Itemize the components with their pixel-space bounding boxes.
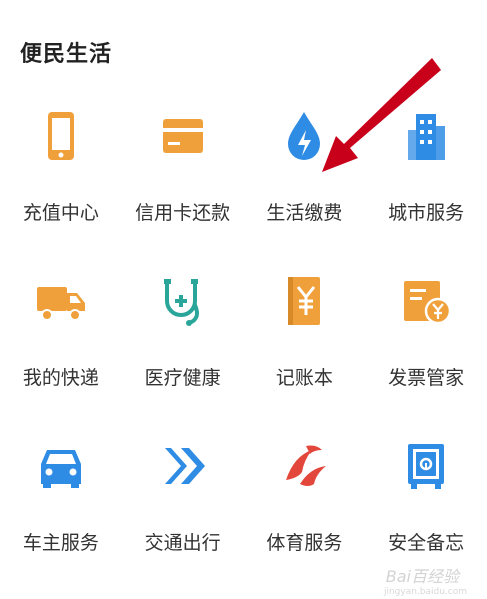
service-item-invoice[interactable]: 发票管家 (365, 265, 487, 430)
service-item-car-owner[interactable]: 车主服务 (0, 430, 122, 595)
watermark-url: jingyan.baidu.com (383, 587, 467, 597)
service-item-express-delivery[interactable]: 我的快递 (0, 265, 122, 430)
service-label: 生活缴费 (266, 202, 343, 224)
service-item-sports[interactable]: 体育服务 (244, 430, 366, 595)
service-label: 车主服务 (22, 532, 99, 554)
transport-chevrons-icon (155, 438, 211, 494)
ledger-book-yuan-icon (276, 273, 332, 329)
service-item-transport[interactable]: 交通出行 (122, 430, 244, 595)
safe-box-icon (398, 438, 454, 494)
service-label: 记账本 (275, 367, 333, 389)
service-label: 我的快递 (22, 367, 99, 389)
service-item-credit-card[interactable]: 信用卡还款 (122, 100, 244, 265)
credit-card-icon (155, 108, 211, 164)
service-label: 交通出行 (144, 532, 221, 554)
service-item-medical[interactable]: 医疗健康 (122, 265, 244, 430)
sports-emblem-icon (276, 438, 332, 494)
service-label: 信用卡还款 (135, 202, 231, 224)
phone-icon (33, 108, 89, 164)
service-item-ledger[interactable]: 记账本 (244, 265, 366, 430)
service-grid: 充值中心 信用卡还款 生活缴费 城市服务 我的快递 医疗健康 记账本 发票管家 … (0, 100, 487, 595)
service-label: 安全备忘 (388, 532, 465, 554)
utility-drop-bolt-icon (276, 108, 332, 164)
service-label: 城市服务 (388, 202, 465, 224)
city-building-icon (398, 108, 454, 164)
section-title: 便民生活 (20, 42, 113, 67)
page: 便民生活 充值中心 信用卡还款 生活缴费 城市服务 我的快递 医疗健康 记账本 … (0, 0, 487, 599)
service-label: 充值中心 (22, 202, 99, 224)
service-label: 发票管家 (388, 367, 465, 389)
car-icon (33, 438, 89, 494)
service-item-utility-payment[interactable]: 生活缴费 (244, 100, 366, 265)
service-label: 医疗健康 (144, 367, 221, 389)
service-item-recharge[interactable]: 充值中心 (0, 100, 122, 265)
watermark-logo: Bai百经验 (385, 567, 459, 586)
delivery-truck-icon (33, 273, 89, 329)
service-label: 体育服务 (266, 532, 343, 554)
medical-stethoscope-icon (155, 273, 211, 329)
service-item-city-service[interactable]: 城市服务 (365, 100, 487, 265)
invoice-yuan-icon (398, 273, 454, 329)
